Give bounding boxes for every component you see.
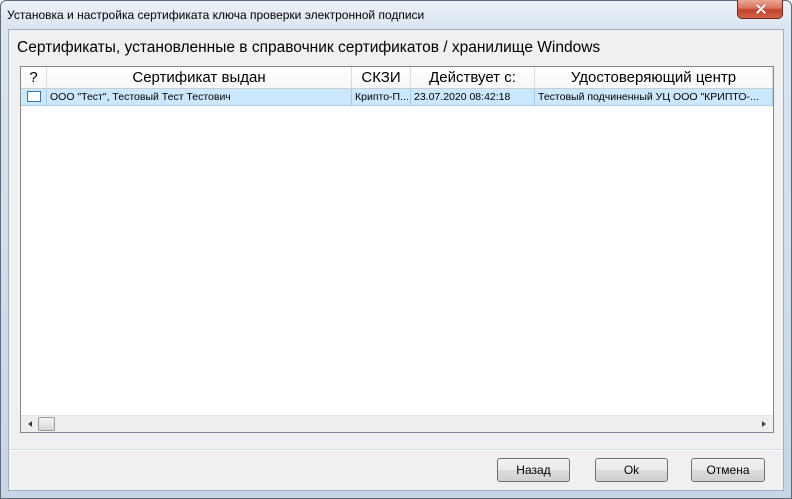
- row-checkbox[interactable]: [27, 91, 41, 102]
- window-title: Установка и настройка сертификата ключа …: [7, 8, 425, 22]
- table-header: ? Сертификат выдан СКЗИ Действует с: Удо…: [21, 67, 773, 89]
- close-button[interactable]: [737, 0, 783, 19]
- column-header-issued-to[interactable]: Сертификат выдан: [47, 67, 352, 89]
- scrollbar-thumb[interactable]: [38, 417, 55, 431]
- cell-valid-from: 23.07.2020 08:42:18: [411, 89, 535, 106]
- page-title: Сертификаты, установленные в справочник …: [17, 39, 601, 56]
- column-header-check[interactable]: ?: [21, 67, 47, 89]
- scroll-right-button[interactable]: [756, 416, 772, 432]
- cancel-button[interactable]: Отмена: [691, 458, 765, 482]
- column-header-valid-from[interactable]: Действует с:: [411, 67, 535, 89]
- cell-issued-to: ООО "Тест", Тестовый Тест Тестович: [47, 89, 352, 106]
- horizontal-scrollbar[interactable]: [21, 415, 773, 432]
- footer-separator: [9, 449, 783, 451]
- dialog-client-area: Сертификаты, установленные в справочник …: [8, 29, 784, 491]
- scroll-right-icon: [762, 421, 766, 427]
- scroll-left-icon: [28, 421, 32, 427]
- cell-csp: Крипто-П...: [352, 89, 411, 106]
- certificates-table[interactable]: ? Сертификат выдан СКЗИ Действует с: Удо…: [20, 66, 774, 433]
- scroll-left-button[interactable]: [22, 416, 38, 432]
- table-row[interactable]: ООО "Тест", Тестовый Тест Тестович Крипт…: [21, 89, 773, 106]
- ok-button[interactable]: Ok: [595, 458, 668, 482]
- dialog-window: Установка и настройка сертификата ключа …: [0, 0, 792, 499]
- column-header-csp[interactable]: СКЗИ: [352, 67, 411, 89]
- cell-issuer: Тестовый подчиненный УЦ ООО "КРИПТО-...: [535, 89, 773, 106]
- column-header-issuer[interactable]: Удостоверяющий центр: [535, 67, 773, 89]
- row-check-cell[interactable]: [21, 89, 47, 106]
- back-button[interactable]: Назад: [497, 458, 570, 482]
